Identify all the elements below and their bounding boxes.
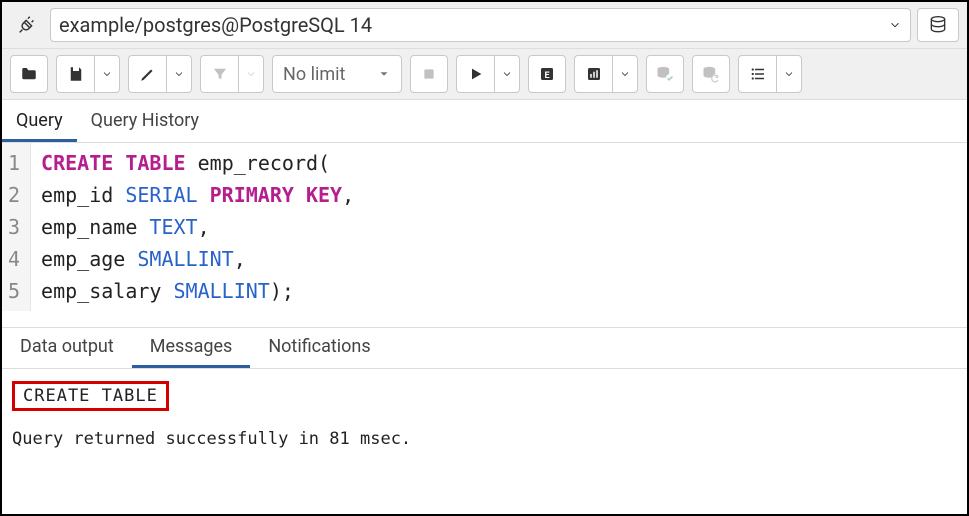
tab-query-history[interactable]: Query History [77, 100, 213, 142]
run-group [456, 55, 520, 93]
connection-select[interactable]: example/postgres@PostgreSQL 14 [50, 8, 911, 42]
identifier: emp_record( [198, 151, 330, 175]
filter-icon [211, 65, 229, 83]
stop-button[interactable] [410, 55, 448, 93]
line-number: 4 [8, 243, 20, 275]
line-number: 5 [8, 275, 20, 307]
open-file-button[interactable] [10, 55, 48, 93]
chevron-down-icon [888, 18, 902, 32]
sql-editor[interactable]: 1 2 3 4 5 CREATE TABLE emp_record( emp_i… [2, 143, 967, 311]
connection-label: example/postgres@PostgreSQL 14 [59, 13, 372, 37]
edit-dropdown[interactable] [166, 55, 192, 93]
code-line: emp_salary SMALLINT); [41, 275, 354, 307]
analyze-dropdown[interactable] [612, 55, 638, 93]
code-line: emp_name TEXT, [41, 211, 354, 243]
save-button[interactable] [56, 55, 94, 93]
keyword: TABLE [125, 151, 185, 175]
line-number: 1 [8, 147, 20, 179]
db-rollback-icon [701, 64, 721, 84]
editor-tabs: Query Query History [2, 100, 967, 143]
type-keyword: TEXT [149, 215, 197, 239]
output-tabs: Data output Messages Notifications [2, 327, 967, 369]
explain-button[interactable]: E [528, 55, 566, 93]
line-number: 3 [8, 211, 20, 243]
code-line: CREATE TABLE emp_record( [41, 147, 354, 179]
rollback-button[interactable] [692, 55, 730, 93]
filter-dropdown[interactable] [238, 55, 264, 93]
macros-button[interactable] [738, 55, 776, 93]
chevron-down-icon [619, 68, 631, 80]
filter-button[interactable] [200, 55, 238, 93]
svg-text:E: E [544, 71, 549, 81]
folder-icon [19, 65, 39, 83]
row-limit-select[interactable]: No limit [272, 55, 402, 93]
edit-button[interactable] [128, 55, 166, 93]
save-dropdown[interactable] [94, 55, 120, 93]
chart-icon [585, 65, 603, 83]
play-icon [468, 66, 484, 82]
punct: ); [270, 279, 294, 303]
plug-icon-button[interactable] [10, 8, 44, 42]
type-keyword: SERIAL [125, 183, 197, 207]
chevron-down-icon [101, 68, 113, 80]
plug-icon [16, 14, 38, 36]
database-button[interactable] [917, 8, 959, 42]
toolbar: No limit E [2, 49, 967, 100]
messages-panel: CREATE TABLE Query returned successfully… [2, 369, 967, 461]
chevron-down-icon [173, 68, 185, 80]
save-icon [67, 65, 85, 83]
punct: , [234, 247, 246, 271]
explain-icon: E [538, 65, 556, 83]
save-group [56, 55, 120, 93]
chevron-down-icon [501, 68, 513, 80]
db-commit-icon [655, 64, 675, 84]
filter-group [200, 55, 264, 93]
identifier: emp_name [41, 215, 137, 239]
run-button[interactable] [456, 55, 494, 93]
commit-button[interactable] [646, 55, 684, 93]
type-keyword: SMALLINT [137, 247, 233, 271]
app-frame: example/postgres@PostgreSQL 14 [0, 0, 969, 516]
row-limit-label: No limit [283, 64, 345, 85]
code-line: emp_age SMALLINT, [41, 243, 354, 275]
tab-data-output[interactable]: Data output [2, 328, 132, 368]
chevron-down-icon [783, 68, 795, 80]
list-icon [749, 65, 767, 83]
punct: , [342, 183, 354, 207]
type-keyword: SMALLINT [174, 279, 270, 303]
tab-query[interactable]: Query [2, 100, 77, 142]
code-area[interactable]: CREATE TABLE emp_record( emp_id SERIAL P… [31, 143, 364, 311]
run-dropdown[interactable] [494, 55, 520, 93]
macros-dropdown[interactable] [776, 55, 802, 93]
keyword: CREATE [41, 151, 113, 175]
code-line: emp_id SERIAL PRIMARY KEY, [41, 179, 354, 211]
identifier: emp_age [41, 247, 125, 271]
tab-notifications[interactable]: Notifications [250, 328, 388, 368]
edit-group [128, 55, 192, 93]
connection-bar: example/postgres@PostgreSQL 14 [2, 2, 967, 49]
pencil-icon [139, 65, 157, 83]
caret-down-icon [377, 67, 391, 81]
message-status: Query returned successfully in 81 msec. [12, 429, 957, 449]
database-icon [928, 15, 948, 35]
punct: , [198, 215, 210, 239]
line-gutter: 1 2 3 4 5 [2, 143, 31, 311]
tab-messages[interactable]: Messages [132, 328, 251, 368]
chevron-down-icon [245, 68, 257, 80]
message-command: CREATE TABLE [12, 381, 169, 411]
analyze-group [574, 55, 638, 93]
identifier: emp_salary [41, 279, 161, 303]
identifier: emp_id [41, 183, 113, 207]
stop-icon [421, 66, 437, 82]
line-number: 2 [8, 179, 20, 211]
keyword: PRIMARY KEY [210, 183, 342, 207]
analyze-button[interactable] [574, 55, 612, 93]
macros-group [738, 55, 802, 93]
